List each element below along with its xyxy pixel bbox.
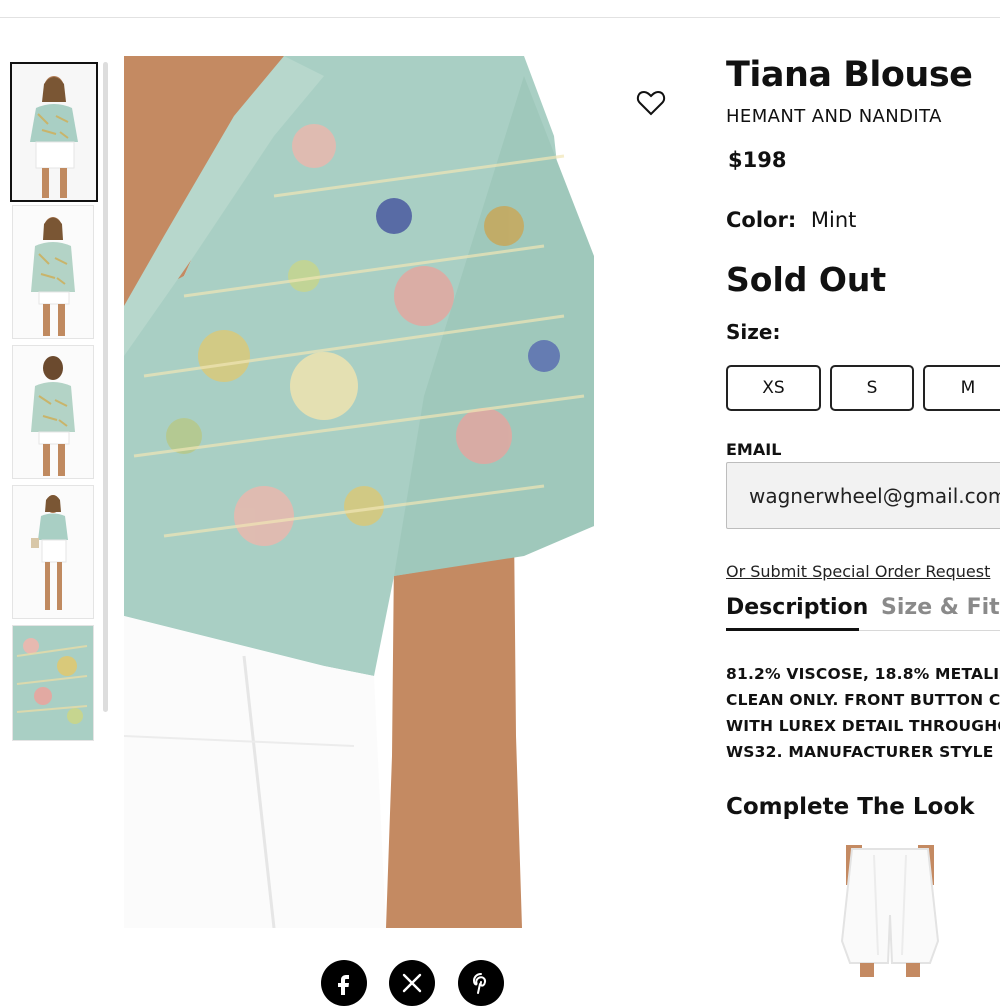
color-value: Mint [810, 208, 857, 232]
thumbnail-fabric-detail[interactable] [12, 625, 94, 741]
facebook-icon [338, 975, 349, 995]
pinterest-share-button[interactable] [458, 960, 504, 1006]
thumbnail-scrollbar[interactable] [103, 62, 108, 712]
thumbnail-back-view[interactable] [12, 345, 94, 479]
description-line: WITH LUREX DETAIL THROUGHO [726, 717, 1000, 735]
active-tab-indicator [726, 628, 859, 631]
availability-status: Sold Out [726, 260, 887, 299]
special-order-link[interactable]: Or Submit Special Order Request [726, 562, 990, 581]
color-label: Color: [726, 208, 797, 232]
main-product-image [124, 56, 594, 928]
description-line: CLEAN ONLY. FRONT BUTTON CI [726, 691, 1000, 709]
size-button-m[interactable]: M [923, 365, 1000, 411]
color-row: Color: Mint [726, 208, 856, 232]
size-button-xs[interactable]: XS [726, 365, 821, 411]
size-button-s[interactable]: S [830, 365, 914, 411]
header-divider [0, 17, 1000, 18]
facebook-share-button[interactable] [321, 960, 367, 1006]
size-label: Size: [726, 320, 781, 344]
x-share-button[interactable] [389, 960, 435, 1006]
x-icon [402, 973, 422, 993]
product-title: Tiana Blouse [726, 55, 973, 95]
description-line: 81.2% VISCOSE, 18.8% METALIZE [726, 665, 1000, 683]
pinterest-icon [472, 973, 487, 994]
complete-the-look-title: Complete The Look [726, 794, 975, 820]
thumbnail-front-view[interactable] [10, 62, 98, 202]
tab-description[interactable]: Description [726, 595, 868, 620]
email-field[interactable] [726, 462, 1000, 529]
wishlist-heart-icon[interactable] [636, 88, 666, 118]
product-brand[interactable]: HEMANT AND NANDITA [726, 106, 942, 127]
product-price: $198 [728, 148, 787, 172]
thumbnail-full-body-view[interactable] [12, 485, 94, 619]
description-text: 81.2% VISCOSE, 18.8% METALIZE CLEAN ONLY… [726, 661, 1000, 765]
tab-size-fit[interactable]: Size & Fit [881, 595, 1000, 620]
complete-the-look-item[interactable] [834, 845, 946, 977]
thumbnail-three-quarter-view[interactable] [12, 205, 94, 339]
email-label: EMAIL [726, 440, 782, 459]
description-line: WS32. MANUFACTURER STYLE N [726, 743, 1000, 761]
